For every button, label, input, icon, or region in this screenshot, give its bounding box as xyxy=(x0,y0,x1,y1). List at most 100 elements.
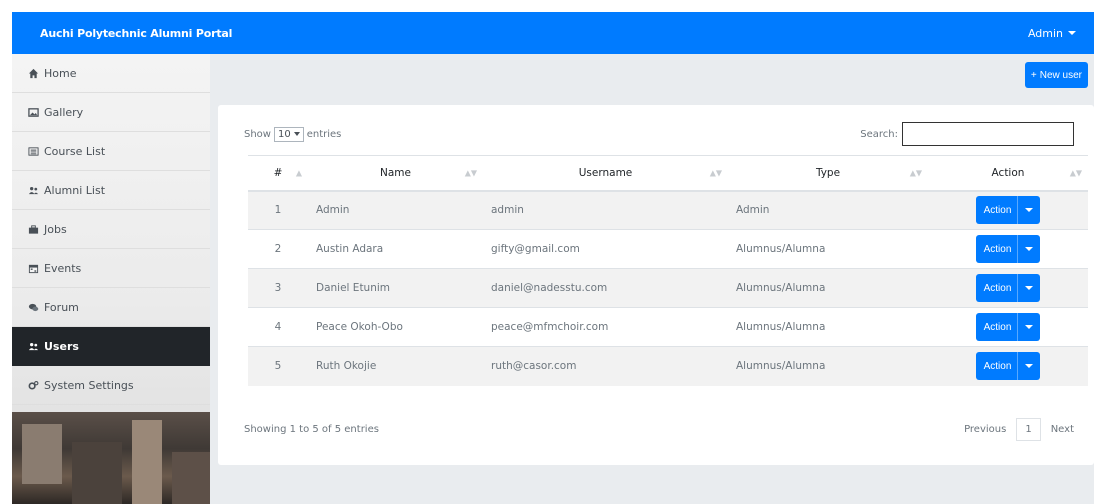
brand-title: Auchi Polytechnic Alumni Portal xyxy=(40,26,233,40)
sidebar-item-events[interactable]: Events xyxy=(12,249,210,288)
sidebar-item-label: Alumni List xyxy=(44,183,106,197)
sidebar-item-label: System Settings xyxy=(44,378,134,392)
list-icon xyxy=(28,146,39,157)
sidebar-item-alumni-list[interactable]: Alumni List xyxy=(12,171,210,210)
chevron-down-icon[interactable] xyxy=(1017,196,1040,225)
users-icon xyxy=(28,185,39,196)
sort-icon: ▲▼ xyxy=(1069,168,1082,178)
table-row: 3 Daniel Etunim daniel@nadesstu.com Alum… xyxy=(248,268,1088,308)
sidebar-item-system-settings[interactable]: System Settings xyxy=(12,366,210,405)
users-icon xyxy=(28,341,39,352)
row-username: daniel@nadesstu.com xyxy=(483,268,728,308)
action-label: Action xyxy=(983,243,1012,255)
row-number: 2 xyxy=(248,229,308,269)
sort-icon: ▲▼ xyxy=(709,168,722,178)
column-header-action[interactable]: Action ▲▼ xyxy=(928,155,1088,192)
comments-icon xyxy=(28,302,39,313)
new-user-button[interactable]: + New user xyxy=(1024,62,1088,88)
sidebar-item-jobs[interactable]: Jobs xyxy=(12,210,210,249)
row-type: Alumnus/Alumna xyxy=(728,346,928,386)
table-row: 1 Admin admin Admin Action xyxy=(248,190,1088,230)
top-navbar: Auchi Polytechnic Alumni Portal Admin xyxy=(12,12,1094,54)
column-header-label: Type xyxy=(815,166,841,179)
action-label: Action xyxy=(983,282,1012,294)
column-header-number[interactable]: # ▲ xyxy=(248,155,308,192)
page-length: Show 10 entries xyxy=(244,126,342,142)
search-input[interactable] xyxy=(902,122,1074,146)
column-header-name[interactable]: Name ▲▼ xyxy=(308,155,483,192)
users-table: # ▲ Name ▲▼ Username ▲▼ Type ▲▼ Action ▲▼ 1 A… xyxy=(248,155,1088,386)
table-row: 5 Ruth Okojie ruth@casor.com Alumnus/Alu… xyxy=(248,346,1088,386)
sidebar-item-label: Forum xyxy=(44,300,79,314)
row-type: Alumnus/Alumna xyxy=(728,268,928,308)
page-1-button[interactable]: 1 xyxy=(1016,418,1041,441)
admin-menu[interactable]: Admin xyxy=(1028,27,1076,40)
chevron-down-icon[interactable] xyxy=(1017,352,1040,381)
row-type: Alumnus/Alumna xyxy=(728,307,928,347)
column-header-type[interactable]: Type ▲▼ xyxy=(728,155,928,192)
column-header-label: Action xyxy=(991,166,1025,179)
top-strip xyxy=(0,0,1094,12)
action-dropdown-button[interactable]: Action xyxy=(975,274,1041,302)
row-name: Ruth Okojie xyxy=(308,346,483,386)
row-name: Daniel Etunim xyxy=(308,268,483,308)
length-value: 10 xyxy=(277,128,291,140)
row-action-cell: Action xyxy=(928,268,1088,308)
row-name: Austin Adara xyxy=(308,229,483,269)
search-label: Search: xyxy=(860,128,898,140)
row-name: Peace Okoh-Obo xyxy=(308,307,483,347)
row-username: ruth@casor.com xyxy=(483,346,728,386)
chevron-down-icon[interactable] xyxy=(1017,313,1040,341)
previous-button[interactable]: Previous xyxy=(964,424,1006,435)
sidebar-item-label: Course List xyxy=(44,144,106,158)
sidebar-item-gallery[interactable]: Gallery xyxy=(12,93,210,132)
sidebar-item-forum[interactable]: Forum xyxy=(12,288,210,327)
action-dropdown-button[interactable]: Action xyxy=(975,196,1041,225)
image-icon xyxy=(28,107,39,118)
sidebar-item-course-list[interactable]: Course List xyxy=(12,132,210,171)
briefcase-icon xyxy=(28,224,39,235)
action-dropdown-button[interactable]: Action xyxy=(975,235,1041,263)
row-action-cell: Action xyxy=(928,229,1088,269)
row-action-cell: Action xyxy=(928,307,1088,347)
chevron-down-icon[interactable] xyxy=(1017,274,1040,302)
sort-icon: ▲▼ xyxy=(464,168,477,178)
sidebar-item-label: Home xyxy=(44,66,77,80)
main-content: + New user Show 10 entries Search: # ▲ N… xyxy=(210,54,1094,504)
row-action-cell: Action xyxy=(928,346,1088,386)
chevron-down-icon[interactable] xyxy=(1017,235,1040,263)
row-username: peace@mfmchoir.com xyxy=(483,307,728,347)
caret-down-icon xyxy=(1068,31,1076,35)
sidebar-item-label: Events xyxy=(44,261,82,275)
show-label: Show xyxy=(244,128,271,140)
row-type: Alumnus/Alumna xyxy=(728,229,928,269)
length-select[interactable]: 10 xyxy=(273,126,304,142)
entries-label: entries xyxy=(306,128,342,140)
row-username: admin xyxy=(483,190,728,230)
campus-photo xyxy=(12,412,210,504)
row-type: Admin xyxy=(728,190,928,230)
table-row: 4 Peace Okoh-Obo peace@mfmchoir.com Alum… xyxy=(248,307,1088,347)
cogs-icon xyxy=(28,380,39,391)
plus-icon: + xyxy=(1030,69,1037,81)
pagination: Previous 1 Next xyxy=(964,418,1074,441)
chevron-down-icon xyxy=(293,132,300,136)
column-header-username[interactable]: Username ▲▼ xyxy=(483,155,728,192)
home-icon xyxy=(28,68,39,79)
search-box: Search: xyxy=(860,122,1074,146)
sidebar-item-home[interactable]: Home xyxy=(12,54,210,93)
next-button[interactable]: Next xyxy=(1051,424,1074,435)
action-label: Action xyxy=(983,204,1012,216)
table-row: 2 Austin Adara gifty@gmail.com Alumnus/A… xyxy=(248,229,1088,269)
sidebar-item-users[interactable]: Users xyxy=(12,327,210,366)
column-header-label: # xyxy=(273,166,283,179)
row-name: Admin xyxy=(308,190,483,230)
row-username: gifty@gmail.com xyxy=(483,229,728,269)
calendar-icon xyxy=(28,263,39,274)
column-header-label: Name xyxy=(380,166,411,179)
row-number: 5 xyxy=(248,346,308,386)
action-dropdown-button[interactable]: Action xyxy=(975,352,1041,381)
admin-menu-label: Admin xyxy=(1027,26,1063,40)
new-user-label: New user xyxy=(1039,69,1082,81)
action-dropdown-button[interactable]: Action xyxy=(975,313,1041,341)
